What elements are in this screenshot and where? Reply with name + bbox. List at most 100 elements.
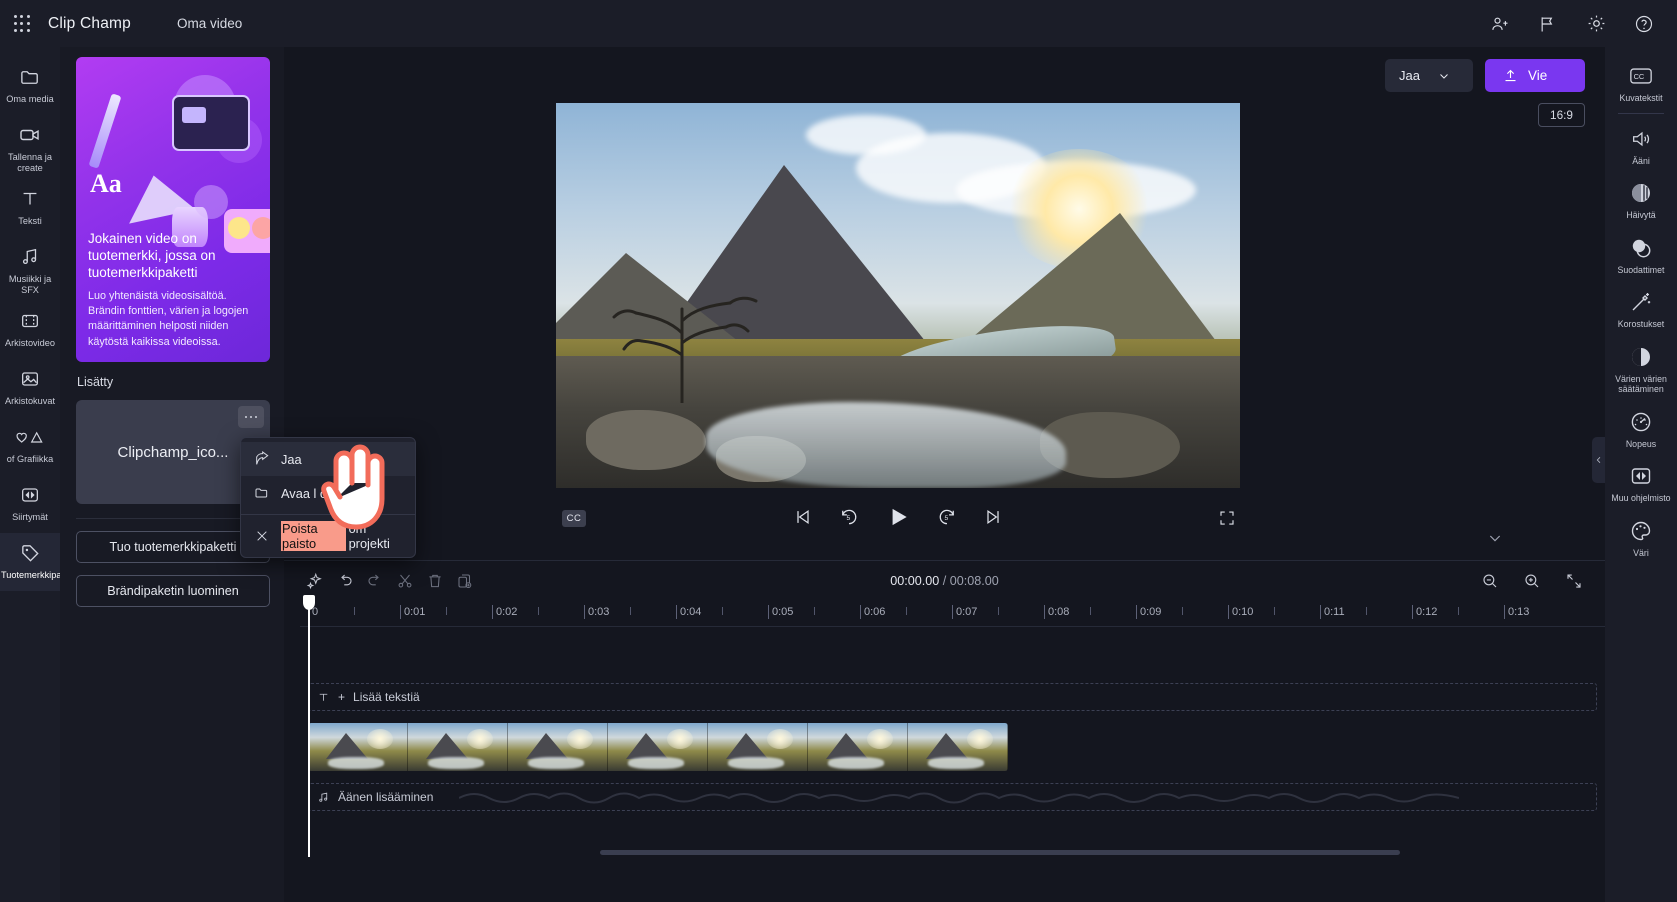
timeline-expand-chevron-icon[interactable] <box>1487 530 1503 546</box>
right-item-korostukset[interactable]: Korostukset <box>1605 281 1677 336</box>
closed-captions-icon[interactable]: CC <box>562 510 586 527</box>
sidebar-item-musiikki-ja-sfx[interactable]: Musiikki ja SFX <box>0 237 60 301</box>
panel-collapse-handle[interactable] <box>1592 437 1605 483</box>
ruler-label: 0:07 <box>956 606 978 618</box>
right-rail-divider <box>1618 112 1664 114</box>
collaborate-icon[interactable] <box>1489 13 1511 35</box>
zoom-out-icon[interactable] <box>1475 566 1505 596</box>
clip-thumbnail <box>608 723 708 771</box>
right-item-varien-saataminen[interactable]: Värien värien säätäminen <box>1605 336 1677 401</box>
sidebar-item-tuotemerkkipaketti[interactable]: Tuotemerkkipaketti <box>0 533 78 592</box>
decorative-blob <box>194 185 228 219</box>
right-item-muu-ohjelmisto[interactable]: Muu ohjelmisto <box>1605 455 1677 510</box>
closed-captions-icon: CC <box>1629 64 1653 88</box>
ruler-label: 0:09 <box>1140 606 1162 618</box>
context-menu-divider <box>241 514 415 515</box>
fullscreen-icon[interactable] <box>1218 509 1236 527</box>
add-text-track[interactable]: + Lisää tekstiä <box>308 683 1597 711</box>
playhead-knob[interactable] <box>303 595 315 610</box>
share-icon <box>254 451 270 467</box>
right-item-label: Väri <box>1633 547 1649 558</box>
svg-text:5: 5 <box>945 515 949 522</box>
right-item-haivyta[interactable]: Häivytä <box>1605 172 1677 227</box>
pencil-icon <box>88 93 122 169</box>
timeline-zoom-controls <box>1475 566 1589 596</box>
play-icon[interactable] <box>885 504 911 530</box>
ruler-label: 0:12 <box>1416 606 1438 618</box>
sidebar-item-siirtymat[interactable]: Siirtymät <box>0 475 60 533</box>
zoom-in-icon[interactable] <box>1517 566 1547 596</box>
settings-gear-icon[interactable] <box>1585 13 1607 35</box>
right-item-nopeus[interactable]: Nopeus <box>1605 401 1677 456</box>
sidebar-item-arkistovideo[interactable]: Arkistovideo <box>0 301 60 359</box>
total-time: 00:08.00 <box>949 574 999 588</box>
aspect-ratio-chip[interactable]: 16:9 <box>1538 103 1585 127</box>
right-sidebar: CC Kuvatekstit Ääni Häivytä Suodattimet … <box>1605 47 1677 902</box>
right-item-suodattimet[interactable]: Suodattimet <box>1605 227 1677 282</box>
context-menu-item-label: om projekti <box>348 521 390 551</box>
preview-rock <box>586 410 706 470</box>
right-item-kuvatekstit[interactable]: CC Kuvatekstit <box>1605 55 1677 110</box>
context-menu: Jaa Avaa l oca Poista paisto om projekti <box>240 437 416 558</box>
right-item-label: Häivytä <box>1626 210 1656 221</box>
context-menu-item-delete[interactable]: Poista paisto om projekti <box>241 519 415 553</box>
create-brandkit-button[interactable]: Brändipaketin luominen <box>76 575 270 607</box>
right-item-vari[interactable]: Väri <box>1605 510 1677 565</box>
close-x-icon <box>254 528 270 544</box>
video-preview[interactable] <box>556 103 1240 488</box>
duplicate-icon[interactable] <box>450 566 480 596</box>
flag-feedback-icon[interactable] <box>1537 13 1559 35</box>
context-menu-item-share[interactable]: Jaa <box>241 442 415 476</box>
sidebar-item-grafiikka[interactable]: of Grafiikka <box>0 417 60 475</box>
preview-stage: Jaa Vie 16:9 CC 5 5 <box>284 47 1605 560</box>
project-name[interactable]: Oma video <box>177 16 242 31</box>
app-launcher-icon[interactable] <box>10 12 34 36</box>
video-clip[interactable] <box>308 723 1008 771</box>
delete-trash-icon[interactable] <box>420 566 450 596</box>
sidebar-item-teksti[interactable]: Teksti <box>0 179 60 237</box>
svg-text:5: 5 <box>847 515 851 522</box>
export-button[interactable]: Vie <box>1485 59 1585 92</box>
filters-icon <box>1629 236 1653 260</box>
timeline-scrollbar[interactable] <box>600 850 1400 855</box>
forward-5-icon[interactable]: 5 <box>937 507 957 527</box>
sidebar-item-tallenna-ja-create[interactable]: Tallenna ja create <box>0 115 60 179</box>
playhead[interactable] <box>303 595 315 857</box>
promo-text: Jokainen video on tuotemerkki, jossa on … <box>76 220 270 362</box>
export-button-label: Vie <box>1528 68 1548 83</box>
shapes-icon <box>15 425 45 449</box>
ruler-label: 0:03 <box>588 606 610 618</box>
share-button[interactable]: Jaa <box>1385 59 1473 92</box>
ruler-label: 0:01 <box>404 606 426 618</box>
speaker-icon <box>1629 127 1653 151</box>
image-icon <box>19 367 41 391</box>
split-scissors-icon[interactable] <box>390 566 420 596</box>
audio-waveform <box>459 792 1459 804</box>
timeline-tracks: + Lisää tekstiä Äänen lisääminen <box>300 595 1605 857</box>
right-item-label: Ääni <box>1632 155 1650 166</box>
ruler-label: 0:10 <box>1232 606 1254 618</box>
ruler-label: 0:11 <box>1324 606 1345 618</box>
skip-to-start-icon[interactable] <box>793 507 813 527</box>
fade-icon <box>1629 181 1653 205</box>
undo-icon[interactable] <box>330 566 360 596</box>
music-note-icon <box>317 791 330 804</box>
rewind-5-icon[interactable]: 5 <box>839 507 859 527</box>
right-item-label: Nopeus <box>1625 438 1657 449</box>
right-item-aani[interactable]: Ääni <box>1605 118 1677 173</box>
time-separator: / <box>939 574 950 588</box>
color-adjust-icon <box>1629 345 1653 369</box>
redo-icon[interactable] <box>360 566 390 596</box>
help-icon[interactable] <box>1633 13 1655 35</box>
timeline-ruler[interactable]: 0 0:01 0:02 0:03 0:04 0:05 0:06 0:07 0:0 <box>300 601 1605 627</box>
fit-to-screen-icon[interactable] <box>1559 566 1589 596</box>
magic-sparkle-icon[interactable] <box>300 566 330 596</box>
add-audio-track[interactable]: Äänen lisääminen <box>308 783 1597 811</box>
sidebar-item-oma-media[interactable]: Oma media <box>0 57 60 115</box>
right-item-label: Korostukset <box>1617 319 1665 330</box>
more-options-icon[interactable] <box>238 406 264 428</box>
preview-tree <box>608 213 768 403</box>
sidebar-item-arkistokuvat[interactable]: Arkistokuvat <box>0 359 60 417</box>
context-menu-item-open-location[interactable]: Avaa l oca <box>241 476 415 510</box>
skip-to-end-icon[interactable] <box>983 507 1003 527</box>
